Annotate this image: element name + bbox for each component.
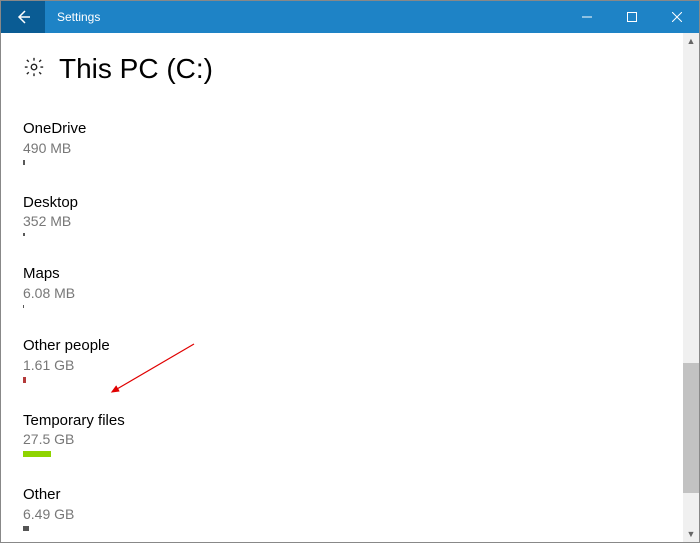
page-title: This PC (C:) — [59, 53, 213, 85]
app-title: Settings — [57, 10, 100, 24]
storage-category-desktop[interactable]: Desktop 352 MB — [23, 193, 677, 237]
scroll-up-arrow-icon[interactable]: ▲ — [683, 33, 699, 49]
category-size: 6.49 GB — [23, 505, 677, 523]
category-size: 490 MB — [23, 139, 677, 157]
category-label: Other — [23, 485, 677, 505]
usage-bar — [23, 451, 51, 457]
usage-bar — [23, 377, 26, 383]
titlebar: Settings — [1, 1, 699, 33]
category-label: Maps — [23, 264, 677, 284]
category-size: 27.5 GB — [23, 430, 677, 448]
content-area: This PC (C:) OneDrive 490 MB Desktop 352… — [1, 33, 699, 542]
storage-category-temporary-files[interactable]: Temporary files 27.5 GB — [23, 411, 677, 458]
category-size: 1.61 GB — [23, 356, 677, 374]
category-label: OneDrive — [23, 119, 677, 139]
gear-icon — [23, 56, 45, 83]
storage-category-other-people[interactable]: Other people 1.61 GB — [23, 336, 677, 383]
usage-bar — [23, 526, 29, 531]
minimize-button[interactable] — [564, 1, 609, 33]
close-icon — [672, 12, 682, 22]
category-size: 352 MB — [23, 212, 677, 230]
maximize-button[interactable] — [609, 1, 654, 33]
usage-bar — [23, 233, 25, 236]
category-label: Other people — [23, 336, 677, 356]
maximize-icon — [627, 12, 637, 22]
window-controls — [564, 1, 699, 33]
category-label: Temporary files — [23, 411, 677, 431]
minimize-icon — [582, 12, 592, 22]
usage-bar — [23, 305, 24, 308]
back-arrow-icon — [14, 8, 32, 26]
scroll-down-arrow-icon[interactable]: ▼ — [683, 526, 699, 542]
back-button[interactable] — [1, 1, 45, 33]
page-header: This PC (C:) — [23, 53, 677, 85]
category-label: Desktop — [23, 193, 677, 213]
scrollbar-thumb[interactable] — [683, 363, 699, 493]
storage-category-other[interactable]: Other 6.49 GB — [23, 485, 677, 531]
storage-category-onedrive[interactable]: OneDrive 490 MB — [23, 119, 677, 165]
category-size: 6.08 MB — [23, 284, 677, 302]
vertical-scrollbar[interactable]: ▲ ▼ — [683, 33, 699, 542]
usage-bar — [23, 160, 25, 165]
storage-category-maps[interactable]: Maps 6.08 MB — [23, 264, 677, 308]
close-button[interactable] — [654, 1, 699, 33]
